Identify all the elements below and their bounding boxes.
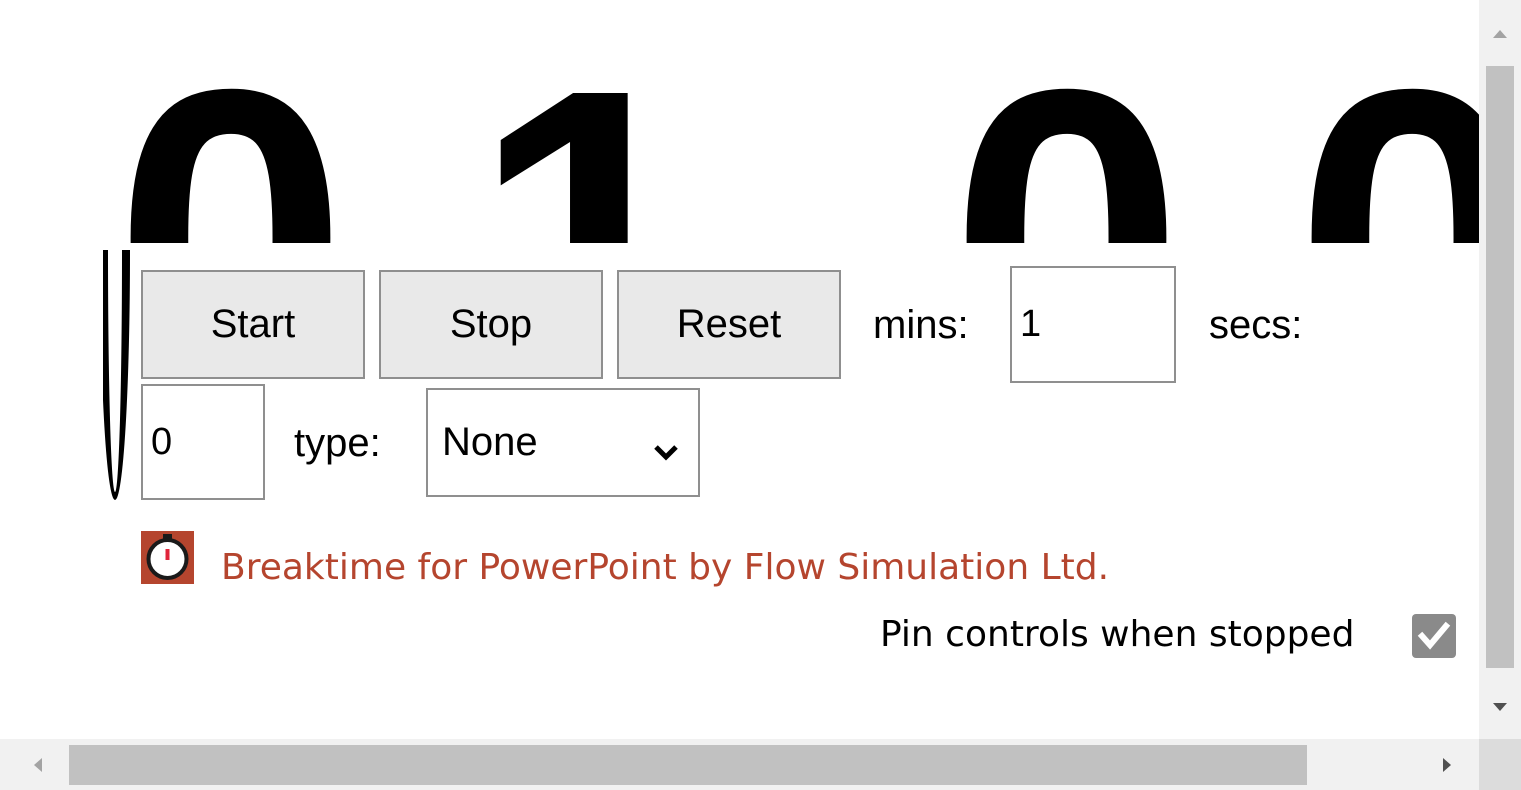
scrollbar-corner (1479, 739, 1521, 790)
horizontal-scrollbar[interactable] (0, 739, 1479, 790)
big-clock-left-edge (103, 250, 143, 500)
reset-button[interactable]: Reset (617, 270, 841, 379)
checkmark-icon (1417, 621, 1451, 650)
type-label: type: (294, 421, 381, 465)
secs-label: secs: (1209, 303, 1303, 347)
scroll-up-arrow-icon[interactable] (1493, 30, 1507, 38)
big-clock-digit-2: 0 (950, 48, 1192, 243)
stop-button[interactable]: Stop (379, 270, 603, 379)
big-clock-digit-3: 0 (1295, 48, 1479, 243)
scroll-left-arrow-icon[interactable] (34, 758, 42, 772)
pin-controls-label: Pin controls when stopped (880, 614, 1355, 655)
scroll-right-arrow-icon[interactable] (1443, 758, 1451, 772)
vertical-scrollbar-thumb[interactable] (1486, 66, 1514, 668)
breaktime-viewport: 0 1 0 0 Start Stop Reset mins: secs: typ… (0, 0, 1479, 739)
brand-link[interactable]: Breaktime for PowerPoint by Flow Simulat… (221, 547, 1109, 588)
mins-label: mins: (873, 303, 969, 347)
type-select-value: None (442, 420, 538, 464)
stopwatch-icon (141, 531, 194, 584)
mins-input[interactable] (1010, 266, 1176, 383)
scroll-down-arrow-icon[interactable] (1493, 703, 1507, 711)
vertical-scrollbar[interactable] (1479, 0, 1521, 739)
big-clock-display: 0 1 0 0 (100, 48, 1479, 243)
secs-input[interactable] (141, 384, 265, 500)
big-clock-digit-1: 1 (472, 48, 714, 243)
type-select[interactable]: None (426, 388, 700, 497)
chevron-down-icon (652, 428, 680, 473)
pin-controls-checkbox[interactable] (1412, 614, 1456, 658)
horizontal-scrollbar-thumb[interactable] (69, 745, 1307, 785)
big-clock-digit-0: 0 (114, 48, 356, 243)
start-button[interactable]: Start (141, 270, 365, 379)
